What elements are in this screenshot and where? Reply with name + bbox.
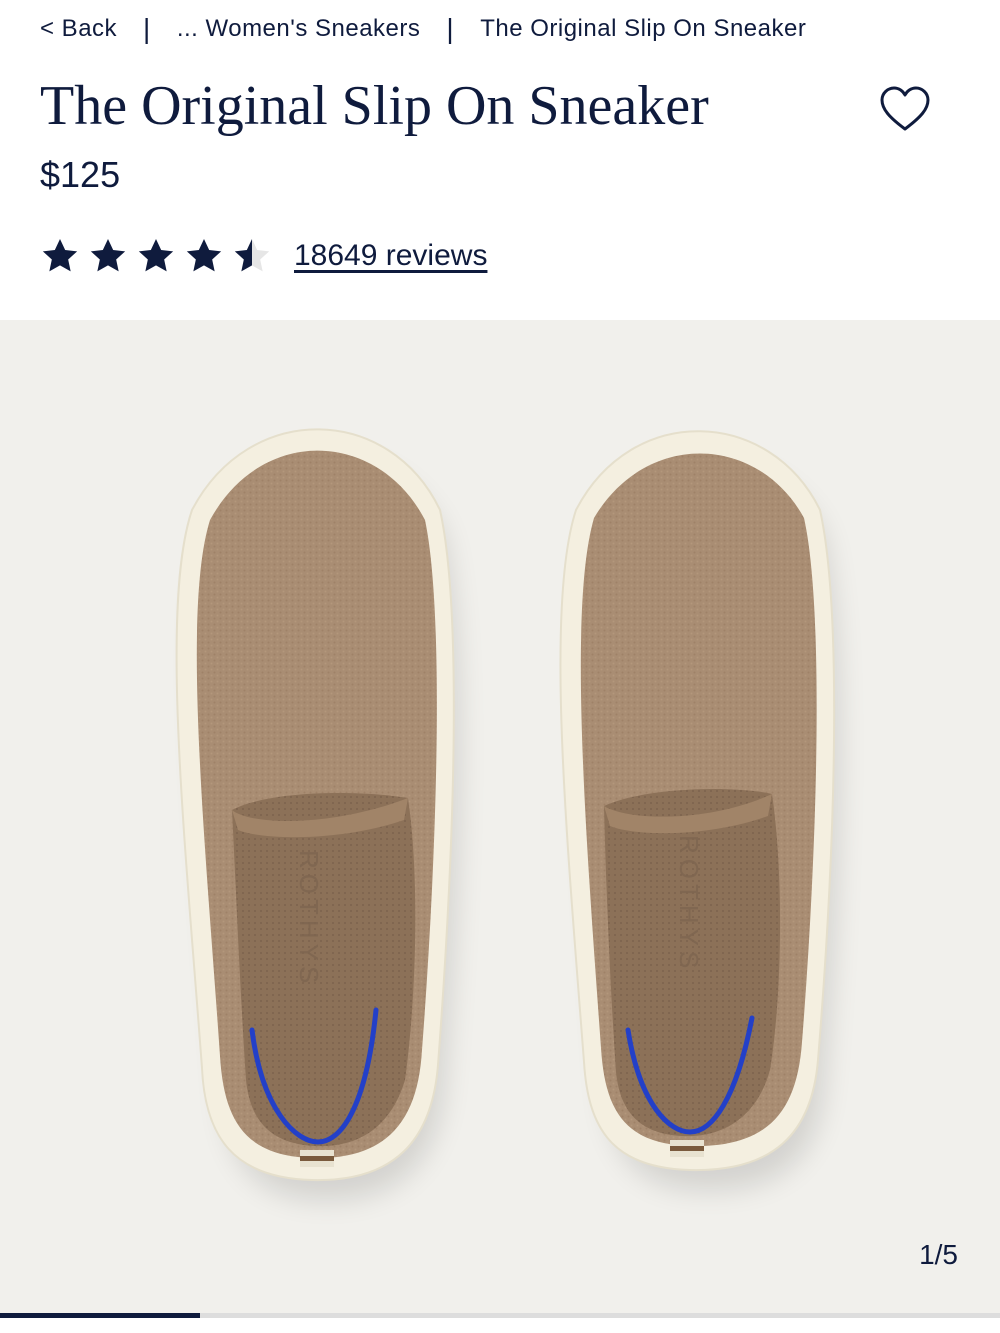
insole-brand-right: ROTHYS	[674, 835, 704, 973]
right-shoe	[559, 430, 840, 1191]
product-image-gallery[interactable]: ROTHYS ROTHYS 1/5	[0, 320, 1000, 1315]
breadcrumb-separator: |	[446, 13, 455, 44]
favorite-button[interactable]	[876, 80, 934, 138]
heel-stripe	[670, 1140, 704, 1157]
breadcrumb-separator: |	[143, 13, 151, 44]
back-link[interactable]: < Back	[40, 15, 117, 43]
breadcrumb: < Back | ... Women's Sneakers | The Orig…	[40, 12, 806, 46]
left-shoe	[175, 428, 460, 1201]
heart-outline-icon	[880, 86, 930, 131]
rating-summary: 18649 reviews	[40, 232, 487, 280]
product-title: The Original Slip On Sneaker	[40, 75, 709, 137]
star-full-icon	[138, 239, 174, 272]
heel-stripe	[300, 1150, 334, 1167]
reviews-link[interactable]: 18649 reviews	[294, 239, 487, 273]
breadcrumb-current: The Original Slip On Sneaker	[480, 15, 807, 42]
star-half-icon	[234, 239, 270, 272]
insole-brand-left: ROTHYS	[294, 850, 324, 988]
gallery-progress-fill	[0, 1313, 200, 1318]
breadcrumb-category-link[interactable]: ... Women's Sneakers	[177, 15, 421, 43]
star-rating	[40, 236, 280, 276]
star-full-icon	[90, 239, 126, 272]
slip-on-sneaker-pair-image[interactable]: ROTHYS ROTHYS	[0, 320, 1000, 1315]
star-full-icon	[186, 239, 222, 272]
product-price: $125	[40, 154, 121, 195]
image-counter: 1/5	[919, 1239, 958, 1270]
star-full-icon	[42, 239, 78, 272]
gallery-progress-bar	[0, 1313, 1000, 1318]
